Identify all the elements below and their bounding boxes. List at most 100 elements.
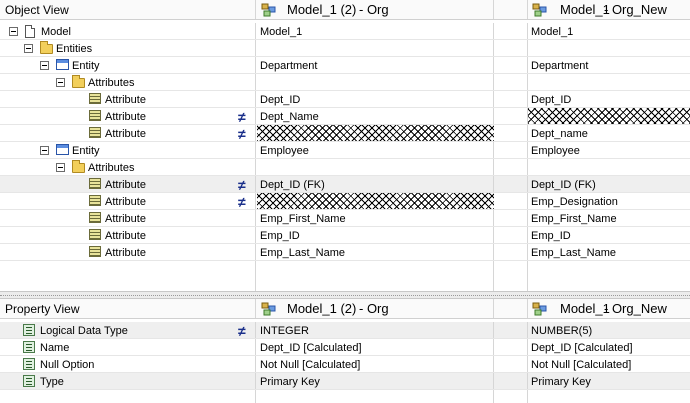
right-value: Primary Key: [531, 376, 591, 388]
model-icon: [532, 3, 547, 17]
right-value: Model_1: [531, 26, 574, 38]
property-row-type[interactable]: Type Primary Key Primary Key: [0, 373, 690, 390]
left-value: Department: [260, 60, 318, 72]
empty-row: [0, 390, 690, 403]
model-icon: [261, 3, 276, 17]
tree-label: Model: [41, 26, 71, 38]
left-value: Not Null [Calculated]: [260, 359, 361, 371]
attribute-icon: [89, 178, 101, 189]
property-icon: [23, 341, 35, 353]
not-equal-icon: ≠: [238, 323, 246, 339]
left-model-suffix: - Org: [359, 2, 389, 17]
missing-object-hatch: [257, 193, 494, 209]
right-model-header: Model_1 - Org_New: [528, 299, 690, 318]
tree-label: Attribute: [105, 128, 146, 140]
tree-row-attribute[interactable]: Attribute Emp_Last_Name Emp_Last_Name: [0, 244, 690, 261]
tree-label: Attribute: [105, 179, 146, 191]
pane-splitter[interactable]: [0, 291, 690, 299]
property-label: Logical Data Type: [40, 325, 128, 337]
left-model-header: Model_1 (2) - Org: [257, 299, 494, 318]
tree-label: Attribute: [105, 111, 146, 123]
not-equal-icon: ≠: [238, 109, 246, 125]
property-row-null-option[interactable]: Null Option Not Null [Calculated] Not Nu…: [0, 356, 690, 373]
left-value: Dept_ID [Calculated]: [260, 342, 362, 354]
collapse-toggle[interactable]: [56, 163, 65, 172]
folder-icon: [72, 160, 85, 173]
attribute-icon: [89, 212, 101, 223]
property-icon: [23, 324, 35, 336]
missing-object-hatch: [528, 108, 690, 124]
left-value: Dept_Name: [260, 111, 319, 123]
tree-label: Entities: [56, 43, 93, 55]
left-value: Employee: [260, 145, 309, 157]
left-model-name: Model_1 (2): [287, 2, 357, 17]
right-model-name: Model_1: [560, 301, 610, 316]
tree-row-attribute[interactable]: Attribute Dept_ID Dept_ID: [0, 91, 690, 108]
collapse-toggle[interactable]: [56, 78, 65, 87]
tree-row-entity-department[interactable]: Entity Department Department: [0, 57, 690, 74]
object-view-title-cell: Object View: [0, 0, 256, 19]
right-value: Emp_ID: [531, 230, 571, 242]
property-row-name[interactable]: Name Dept_ID [Calculated] Dept_ID [Calcu…: [0, 339, 690, 356]
right-model-suffix: - Org_New: [604, 2, 667, 17]
tree-row-attribute[interactable]: Attribute Emp_First_Name Emp_First_Name: [0, 210, 690, 227]
tree-row-attribute[interactable]: Attribute Emp_ID Emp_ID: [0, 227, 690, 244]
property-view-title: Property View: [5, 302, 80, 316]
not-equal-icon: ≠: [238, 126, 246, 142]
header-arrow-cell: [494, 299, 528, 318]
missing-object-hatch: [257, 125, 494, 141]
right-value: Not Null [Calculated]: [531, 359, 632, 371]
collapse-toggle[interactable]: [40, 146, 49, 155]
right-value: Dept_ID [Calculated]: [531, 342, 633, 354]
attribute-icon: [89, 110, 101, 121]
left-value: Emp_First_Name: [260, 213, 346, 225]
attribute-icon: [89, 127, 101, 138]
property-icon: [23, 358, 35, 370]
tree-row-attribute[interactable]: Attribute ≠ Dept_Name: [0, 108, 690, 125]
tree-label: Entity: [72, 60, 100, 72]
tree-row-attribute[interactable]: Attribute ≠ Emp_Designation: [0, 193, 690, 210]
attribute-icon: [89, 93, 101, 104]
right-value: Dept_ID: [531, 94, 572, 106]
tree-label: Entity: [72, 145, 100, 157]
object-view-title: Object View: [5, 3, 69, 17]
attribute-icon: [89, 246, 101, 257]
entity-icon: [56, 59, 69, 70]
entity-icon: [56, 144, 69, 155]
tree-row-attributes[interactable]: Attributes: [0, 74, 690, 91]
right-value: Department: [531, 60, 589, 72]
left-value: Dept_ID (FK): [260, 179, 325, 191]
collapse-toggle[interactable]: [24, 44, 33, 53]
left-value: Emp_Last_Name: [260, 247, 345, 259]
tree-label: Attribute: [105, 247, 146, 259]
right-model-suffix: - Org_New: [604, 301, 667, 316]
tree-row-attribute-selected[interactable]: Attribute ≠ Dept_ID (FK) Dept_ID (FK): [0, 176, 690, 193]
property-row-logical-data-type[interactable]: Logical Data Type ≠ INTEGER NUMBER(5): [0, 322, 690, 339]
left-value: Primary Key: [260, 376, 320, 388]
not-equal-icon: ≠: [238, 177, 246, 193]
tree-row-entities[interactable]: Entities: [0, 40, 690, 57]
right-value: Emp_Designation: [531, 196, 618, 208]
right-value: NUMBER(5): [531, 325, 593, 337]
attribute-icon: [89, 229, 101, 240]
tree-label: Attribute: [105, 196, 146, 208]
property-icon: [23, 375, 35, 387]
collapse-toggle[interactable]: [40, 61, 49, 70]
model-doc-icon: [25, 25, 35, 38]
left-model-suffix: - Org: [359, 301, 389, 316]
property-label: Name: [40, 342, 70, 354]
attribute-icon: [89, 195, 101, 206]
property-view-header: Property View Model_1 (2) - Org Model_1 …: [0, 299, 690, 319]
object-view-header: Object View Model_1 (2) - Org Model_1 - …: [0, 0, 690, 20]
right-value: Dept_ID (FK): [531, 179, 596, 191]
tree-label: Attribute: [105, 230, 146, 242]
tree-row-attribute[interactable]: Attribute ≠ Dept_name: [0, 125, 690, 142]
tree-row-attributes[interactable]: Attributes: [0, 159, 690, 176]
tree-row-model[interactable]: Model Model_1 Model_1: [0, 23, 690, 40]
tree-row-entity-employee[interactable]: Entity Employee Employee: [0, 142, 690, 159]
right-value: Employee: [531, 145, 580, 157]
empty-row: [0, 278, 690, 291]
model-icon: [532, 302, 547, 316]
collapse-toggle[interactable]: [9, 27, 18, 36]
property-view-title-cell: Property View: [0, 299, 256, 318]
